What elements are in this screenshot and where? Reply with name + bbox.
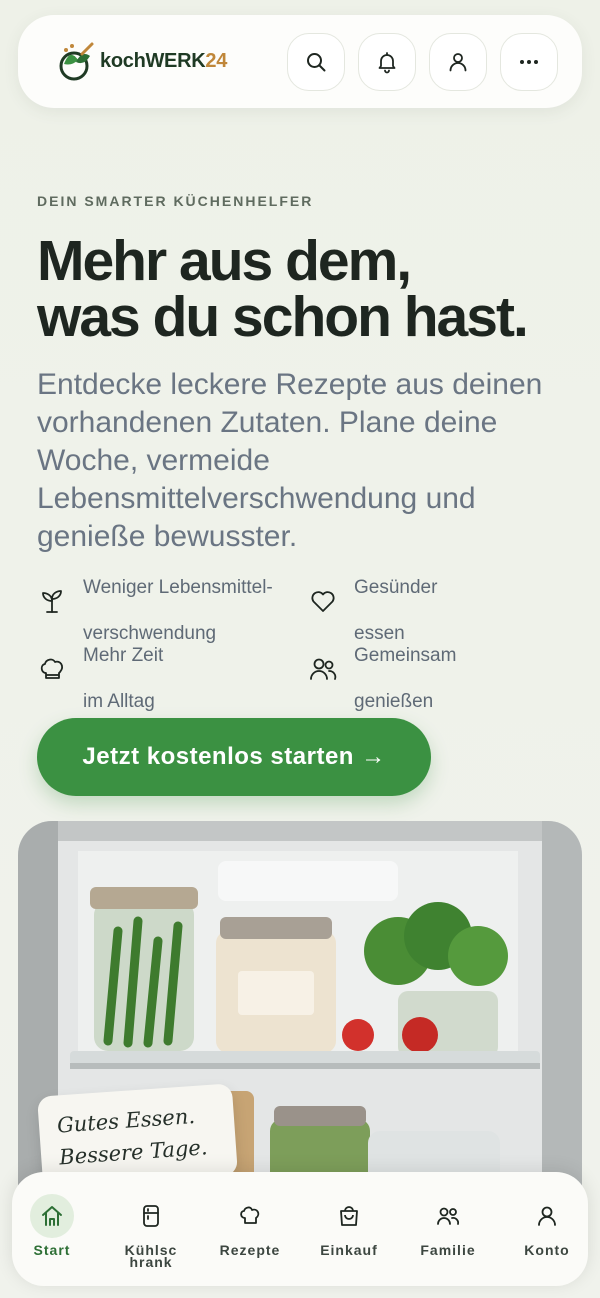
heart-icon: [311, 591, 335, 612]
logo[interactable]: kochWERK24: [52, 40, 227, 84]
hero-eyebrow: DEIN SMARTER KÜCHENHELFER: [37, 193, 314, 209]
hero-subline: Entdecke leckere Rezepte aus deinen vorh…: [37, 368, 543, 553]
nav-item-start[interactable]: Start: [12, 1194, 92, 1257]
notifications-button[interactable]: [358, 32, 416, 91]
search-icon: [307, 52, 326, 71]
bell-icon: [378, 51, 396, 73]
nav-item-konto[interactable]: Konto: [507, 1194, 587, 1257]
people-icon: [310, 658, 337, 680]
people-icon: [437, 1207, 459, 1225]
top-header: kochWERK24: [18, 15, 582, 108]
profile-button[interactable]: [429, 32, 487, 91]
more-icon: [520, 59, 538, 64]
benefit-together: Gemeinsam genießen: [308, 644, 564, 713]
shopping-bag-icon: [340, 1206, 358, 1226]
logo-mark-icon: [59, 42, 94, 80]
benefit-more-time: Mehr Zeit im Alltag: [37, 644, 293, 713]
sprout-icon: [42, 590, 62, 613]
user-icon: [449, 52, 467, 71]
headline-line-1: Mehr aus dem,: [37, 229, 412, 293]
fridge-icon: [143, 1205, 159, 1227]
logo-text: kochWERK24: [100, 50, 228, 72]
home-icon: [42, 1206, 62, 1226]
start-free-button[interactable]: Jetzt kostenlos starten →: [37, 718, 431, 796]
hero-headline: Mehr aus dem, was du schon hast.: [37, 233, 577, 346]
benefit-healthier: Gesünder essen: [308, 576, 564, 645]
nav-item-familie[interactable]: Familie: [408, 1194, 488, 1257]
search-button[interactable]: [287, 32, 345, 91]
more-button[interactable]: [500, 32, 558, 91]
nav-item-einkauf[interactable]: Einkauf: [309, 1194, 389, 1257]
bottom-navigation: Start Kühlschrank Rezepte Einkauf Famili…: [12, 1172, 588, 1286]
chef-hat-icon: [240, 1206, 260, 1224]
nav-item-rezepte[interactable]: Rezepte: [210, 1194, 290, 1257]
headline-line-2: was du schon hast.: [37, 285, 529, 349]
benefit-less-waste: Weniger Lebensmittel-verschwendung: [37, 576, 293, 645]
user-icon: [538, 1206, 556, 1226]
nav-item-kuehlschrank[interactable]: Kühlschrank: [111, 1194, 191, 1269]
chef-hat-icon: [40, 658, 63, 679]
